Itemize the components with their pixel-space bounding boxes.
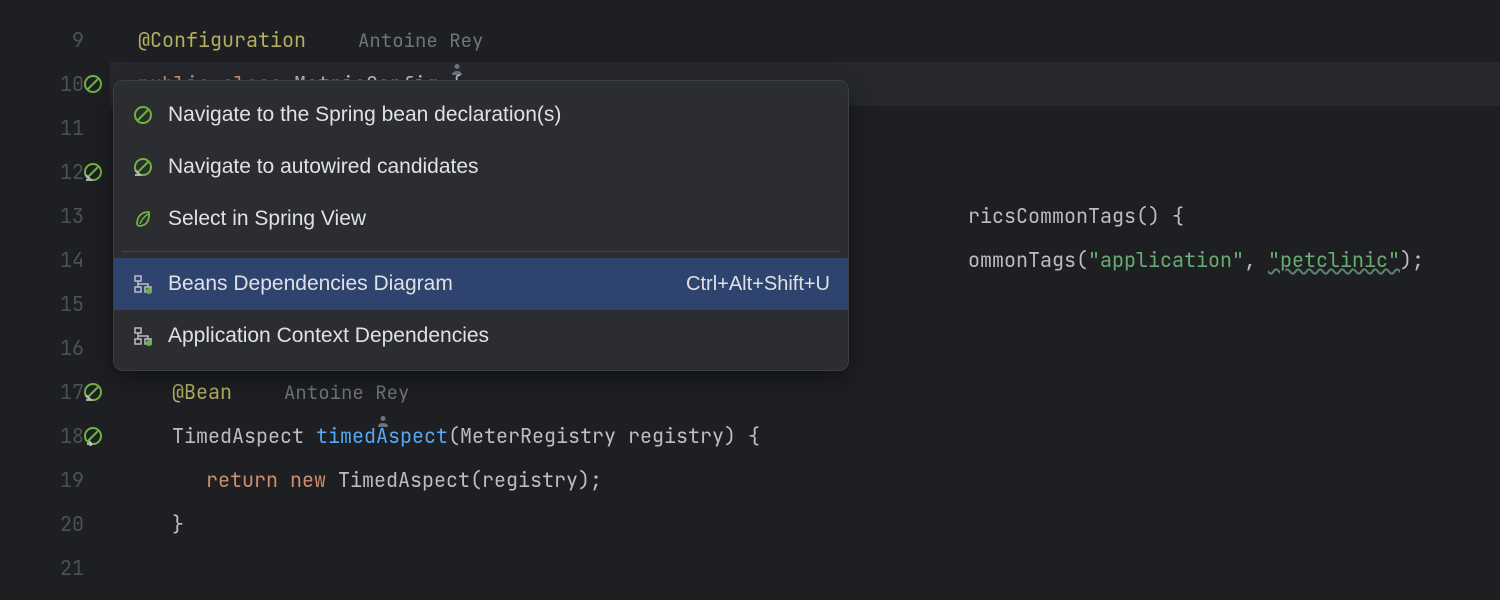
popup-separator <box>122 251 840 252</box>
line-number: 14 <box>60 247 84 273</box>
keyword: new <box>290 467 326 493</box>
popup-label: Navigate to autowired candidates <box>168 155 830 179</box>
punct: (registry); <box>470 467 602 493</box>
line-number: 15 <box>60 291 84 317</box>
gutter-popup: Navigate to the Spring bean declaration(… <box>113 80 849 371</box>
line-number: 13 <box>60 203 84 229</box>
spring-bean-icon[interactable] <box>82 73 104 95</box>
user-icon <box>262 384 278 400</box>
type-name: TimedAspect <box>338 467 470 493</box>
punct: ); <box>1400 247 1424 273</box>
popup-item-navigate-bean[interactable]: Navigate to the Spring bean declaration(… <box>114 89 848 141</box>
spring-autowire-icon <box>132 156 154 178</box>
line-number: 19 <box>60 467 84 493</box>
line-number: 21 <box>60 555 84 581</box>
author-hint: Antoine Rey <box>262 380 409 405</box>
popup-item-beans-diagram[interactable]: Beans Dependencies Diagram Ctrl+Alt+Shif… <box>114 258 848 310</box>
punct: , <box>1244 247 1268 273</box>
code-fragment: ommonTags( <box>968 247 1088 273</box>
line-number: 10 <box>60 71 84 97</box>
line-number: 11 <box>60 115 84 141</box>
param: registry <box>616 423 724 449</box>
line-number: 12 <box>60 159 84 185</box>
author-hint: Antoine Rey <box>336 28 483 53</box>
spring-autowire-icon[interactable] <box>82 381 104 403</box>
punct: ) { <box>724 423 760 449</box>
line-number: 17 <box>60 379 84 405</box>
method-name: timedAspect <box>316 423 448 449</box>
gutter: 9 10 11 12 13 14 15 16 17 18 <box>0 0 110 600</box>
author-name: Antoine Rey <box>358 28 483 53</box>
keyword: return <box>206 467 278 493</box>
punct: ( <box>448 423 460 449</box>
annotation: @Bean <box>172 379 232 405</box>
popup-item-select-spring-view[interactable]: Select in Spring View <box>114 193 848 245</box>
spring-bean-nav-icon[interactable] <box>82 425 104 447</box>
annotation: @Configuration <box>138 27 306 53</box>
spring-bean-icon <box>132 104 154 126</box>
popup-shortcut: Ctrl+Alt+Shift+U <box>686 273 830 296</box>
line-number: 20 <box>60 511 84 537</box>
string: "application" <box>1088 247 1244 273</box>
code-fragment: ricsCommonTags() { <box>968 203 1184 229</box>
popup-label: Navigate to the Spring bean declaration(… <box>168 103 830 127</box>
line-number: 16 <box>60 335 84 361</box>
string: "petclinic" <box>1268 247 1400 273</box>
spring-autowire-icon[interactable] <box>82 161 104 183</box>
punct: } <box>172 511 184 537</box>
popup-item-navigate-autowired[interactable]: Navigate to autowired candidates <box>114 141 848 193</box>
diagram-icon <box>132 325 154 347</box>
type-name: TimedAspect <box>172 423 304 449</box>
line-number: 9 <box>72 27 84 53</box>
popup-label: Select in Spring View <box>168 207 830 231</box>
popup-item-context-deps[interactable]: Application Context Dependencies <box>114 310 848 362</box>
line-number: 18 <box>60 423 84 449</box>
type-name: MeterRegistry <box>460 423 616 449</box>
user-icon <box>336 32 352 48</box>
popup-label: Beans Dependencies Diagram <box>168 272 672 296</box>
spring-leaf-icon <box>132 208 154 230</box>
diagram-icon <box>132 273 154 295</box>
popup-label: Application Context Dependencies <box>168 324 830 348</box>
author-name: Antoine Rey <box>284 380 409 405</box>
